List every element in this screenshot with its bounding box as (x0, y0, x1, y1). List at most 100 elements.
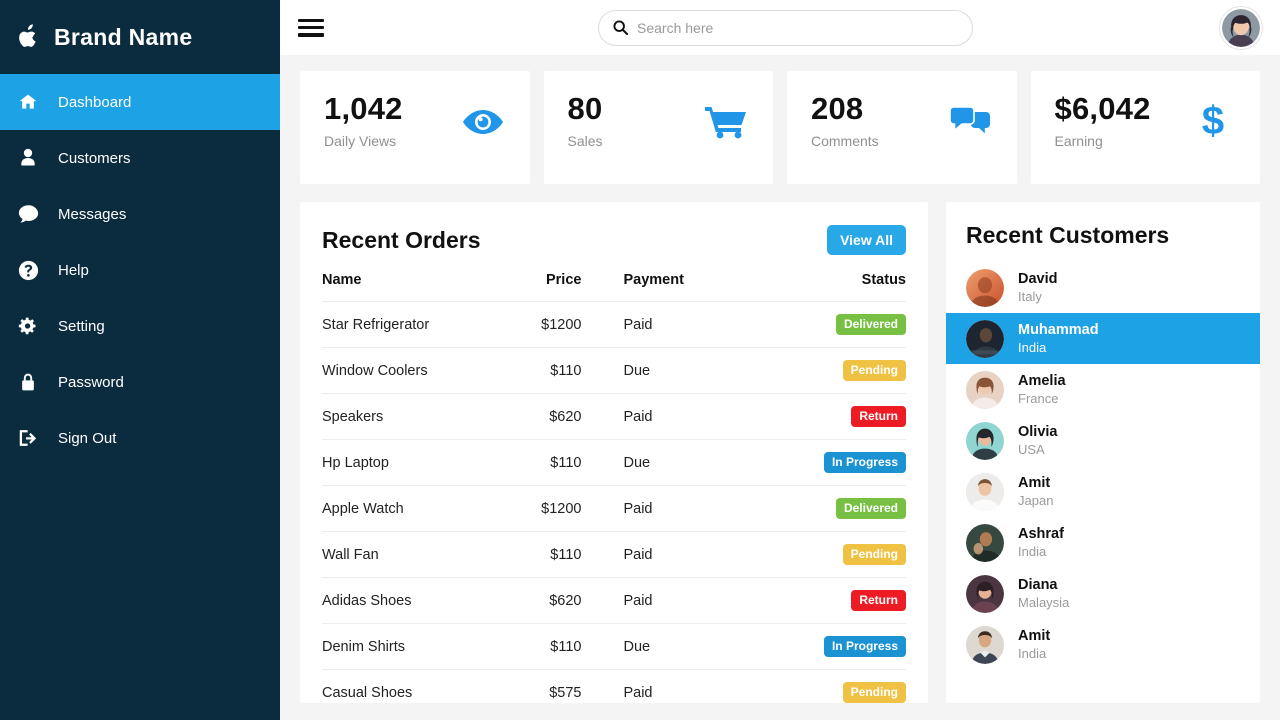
table-header-row: Name Price Payment Status (322, 272, 906, 302)
sign-out-icon (16, 426, 40, 450)
list-item[interactable]: Muhammad India (946, 313, 1260, 364)
search-input[interactable] (637, 19, 958, 36)
column-header-payment: Payment (623, 272, 684, 288)
stat-label: Sales (567, 133, 603, 149)
customers-list: David Italy Muhammad India Amelia France… (946, 262, 1260, 670)
customer-country: India (1018, 544, 1047, 559)
column-header-price: Price (545, 272, 582, 288)
sidebar-item-label: Customers (58, 149, 131, 167)
stat-card-sales[interactable]: 80 Sales (543, 71, 773, 184)
sidebar-item-label: Messages (58, 205, 127, 223)
panels-row: Recent Orders View All Name Price Paymen… (300, 202, 1260, 715)
customer-name: Olivia (1018, 424, 1058, 440)
search-box[interactable] (598, 9, 973, 46)
order-payment: Paid (581, 531, 762, 578)
recent-customers-panel: Recent Customers David Italy Muhammad In… (946, 202, 1260, 703)
order-name: Hp Laptop (322, 439, 511, 486)
stat-label: Earning (1054, 133, 1103, 149)
dashboard-app: Brand Name Dashboard Customers Messages (0, 0, 1280, 720)
list-item[interactable]: Ashraf India (946, 517, 1260, 568)
hamburger-icon[interactable] (298, 17, 324, 39)
stat-card-comments[interactable]: 208 Comments (787, 71, 1017, 184)
sidebar-item-customers[interactable]: Customers (0, 130, 280, 186)
avatar[interactable] (1220, 6, 1262, 49)
table-row[interactable]: Star Refrigerator $1200 Paid Delivered (322, 301, 906, 348)
brand-name: Brand Name (54, 23, 193, 50)
order-name: Wall Fan (322, 531, 511, 578)
view-all-button[interactable]: View All (827, 225, 906, 255)
order-status: Pending (761, 531, 906, 578)
order-name: Adidas Shoes (322, 577, 511, 624)
table-row[interactable]: Apple Watch $1200 Paid Delivered (322, 485, 906, 532)
hamburger-bar (298, 25, 324, 30)
avatar (966, 625, 1004, 664)
customer-name: Ashraf (1018, 526, 1064, 542)
sidebar-item-sign-out[interactable]: Sign Out (0, 410, 280, 466)
order-payment: Due (581, 347, 762, 394)
order-payment: Due (581, 439, 762, 486)
customer-name: David (1018, 271, 1058, 287)
apple-icon (16, 22, 40, 52)
customer-country: USA (1018, 442, 1045, 457)
order-price: $110 (510, 531, 582, 578)
table-row[interactable]: Wall Fan $110 Paid Pending (322, 531, 906, 578)
status-badge: Delivered (835, 498, 906, 519)
order-name: Window Coolers (322, 347, 511, 394)
avatar (966, 421, 1004, 460)
stat-card-daily-views[interactable]: 1,042 Daily Views (300, 71, 530, 184)
status-badge: In Progress (823, 636, 906, 657)
content-area: 1,042 Daily Views 80 Sales 208 Comments … (280, 55, 1280, 720)
column-header-name: Name (322, 272, 362, 288)
table-row[interactable]: Adidas Shoes $620 Paid Return (322, 577, 906, 624)
avatar (966, 370, 1004, 409)
table-row[interactable]: Denim Shirts $110 Due In Progress (322, 623, 906, 670)
comments-icon (947, 99, 993, 145)
table-row[interactable]: Window Coolers $110 Due Pending (322, 347, 906, 394)
table-row[interactable]: Casual Shoes $575 Paid Pending (322, 669, 906, 715)
question-circle-icon (16, 258, 40, 282)
order-price: $575 (510, 669, 582, 715)
order-name: Speakers (322, 393, 511, 440)
sidebar-item-help[interactable]: Help (0, 242, 280, 298)
status-badge: Pending (842, 360, 906, 381)
order-payment: Paid (581, 393, 762, 440)
list-item[interactable]: Olivia USA (946, 415, 1260, 466)
search-icon (613, 20, 628, 35)
table-row[interactable]: Hp Laptop $110 Due In Progress (322, 439, 906, 486)
orders-panel-header: Recent Orders View All (322, 222, 906, 258)
customer-info: Diana Malaysia (1018, 577, 1069, 610)
sidebar-item-setting[interactable]: Setting (0, 298, 280, 354)
list-item[interactable]: Diana Malaysia (946, 568, 1260, 619)
customer-info: David Italy (1018, 271, 1058, 304)
order-payment: Due (581, 623, 762, 670)
gear-icon (16, 314, 40, 338)
sidebar-item-password[interactable]: Password (0, 354, 280, 410)
order-name: Casual Shoes (322, 669, 511, 715)
stat-card-earning[interactable]: $6,042 Earning $ (1030, 71, 1260, 184)
shopping-cart-icon (703, 99, 749, 145)
home-icon (16, 90, 40, 114)
customer-name: Diana (1018, 577, 1058, 593)
sidebar-item-label: Sign Out (58, 429, 117, 447)
avatar (966, 523, 1004, 562)
brand[interactable]: Brand Name (0, 0, 280, 74)
column-header-status: Status (861, 272, 906, 288)
customer-name: Amelia (1018, 373, 1066, 389)
sidebar-item-messages[interactable]: Messages (0, 186, 280, 242)
list-item[interactable]: Amit Japan (946, 466, 1260, 517)
avatar (966, 319, 1004, 358)
sidebar-item-dashboard[interactable]: Dashboard (0, 74, 280, 130)
customer-name: Amit (1018, 475, 1051, 491)
list-item[interactable]: David Italy (946, 262, 1260, 313)
stat-value: 1,042 (324, 91, 403, 126)
order-price: $110 (510, 439, 582, 486)
customer-name: Muhammad (1018, 322, 1099, 338)
sidebar-item-label: Setting (58, 317, 105, 335)
list-item[interactable]: Amelia France (946, 364, 1260, 415)
list-item[interactable]: Amit India (946, 619, 1260, 670)
sidebar-nav: Dashboard Customers Messages Help Settin… (0, 74, 280, 466)
table-row[interactable]: Speakers $620 Paid Return (322, 393, 906, 440)
hamburger-bar (298, 33, 324, 37)
orders-table-head: Name Price Payment Status (322, 272, 906, 302)
dollar-icon: $ (1190, 99, 1236, 145)
